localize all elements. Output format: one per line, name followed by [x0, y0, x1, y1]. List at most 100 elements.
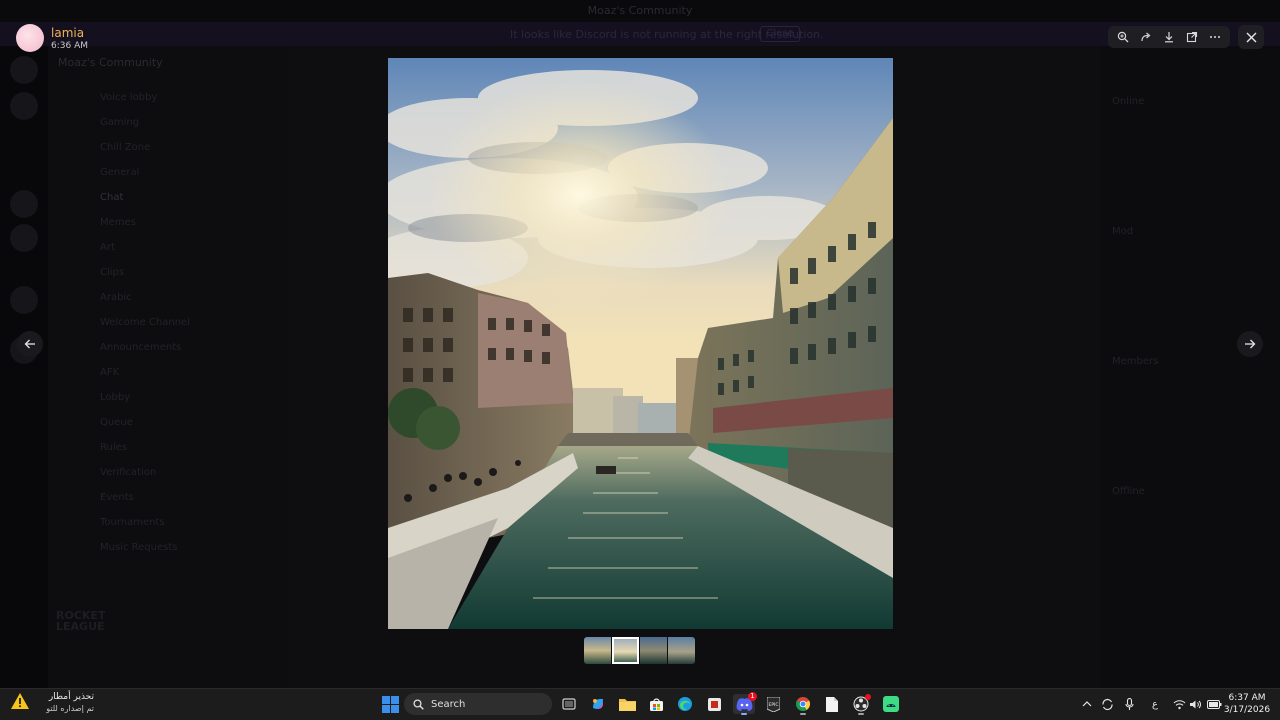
background-member-group: Offline — [1112, 486, 1145, 497]
copilot-button[interactable] — [587, 694, 609, 714]
background-channel-item: Music Requests — [100, 542, 178, 553]
folder-icon — [618, 699, 636, 711]
background-member-group: Online — [1112, 96, 1145, 107]
thumbnail[interactable] — [668, 637, 695, 664]
background-channel-item: Queue — [100, 417, 133, 428]
background-channel-item: Memes — [100, 217, 136, 228]
edge-icon — [678, 697, 692, 711]
background-channel-item: Clips — [100, 267, 125, 278]
background-server-list — [0, 46, 48, 688]
open-external-icon[interactable] — [1181, 27, 1203, 47]
volume-icon[interactable] — [1188, 697, 1202, 711]
file-explorer-button[interactable] — [616, 694, 638, 714]
taskbar-search[interactable]: Search — [404, 693, 552, 715]
clock-date[interactable]: 3/17/2026 — [1222, 705, 1272, 715]
search-icon — [413, 698, 424, 710]
background-channel-item: Gaming — [100, 117, 140, 128]
background-channel-item: Chill Zone — [100, 142, 151, 153]
task-view-button[interactable] — [558, 694, 580, 714]
weather-widget[interactable] — [10, 692, 30, 714]
snipping-tool-button[interactable] — [703, 694, 725, 714]
android-studio-button[interactable] — [880, 694, 902, 714]
active-indicator — [741, 713, 747, 715]
thumbnail[interactable] — [612, 637, 639, 664]
store-icon — [649, 698, 663, 711]
server-icon — [10, 224, 38, 252]
document-icon — [826, 696, 838, 712]
arrow-left-icon — [24, 339, 35, 349]
background-member-list — [1100, 46, 1280, 688]
zoom-in-icon[interactable] — [1112, 27, 1134, 47]
background-channel-item: Rules — [100, 442, 127, 453]
snipping-icon — [707, 697, 721, 711]
message-time: 6:36 AM — [51, 41, 88, 51]
warning-icon — [11, 693, 29, 709]
running-indicator — [800, 713, 806, 715]
server-icon — [10, 56, 38, 84]
background-member-group: Members — [1112, 356, 1159, 367]
viewer-toolbar — [1108, 26, 1230, 48]
author-avatar[interactable] — [16, 24, 44, 52]
epic-games-icon: EPIC — [766, 696, 780, 712]
background-channel-item: Announcements — [100, 342, 182, 353]
background-channel-list — [48, 46, 288, 688]
running-indicator — [858, 713, 864, 715]
svg-text:EPIC: EPIC — [768, 702, 778, 708]
background-channel-item: Art — [100, 242, 115, 253]
chrome-icon — [795, 697, 811, 711]
thumbnail[interactable] — [640, 637, 667, 664]
windows-logo-icon — [381, 695, 399, 713]
thumbnail-strip — [584, 637, 695, 664]
background-channel-item: Events — [100, 492, 134, 503]
background-channel-item: Lobby — [100, 392, 131, 403]
background-channel-item: Voice lobby — [100, 92, 158, 103]
background-channel-item: AFK — [100, 367, 120, 378]
show-hidden-icons-chevron-icon[interactable] — [1080, 697, 1094, 711]
epic-games-button[interactable]: EPIC — [762, 694, 784, 714]
background-channel-item: Tournaments — [100, 517, 165, 528]
server-icon — [10, 286, 38, 314]
server-icon — [10, 190, 38, 218]
previous-image-button[interactable] — [17, 331, 43, 357]
background-channel-item: Arabic — [100, 292, 132, 303]
close-icon — [1246, 32, 1256, 42]
notepad-button[interactable] — [821, 694, 843, 714]
more-icon[interactable] — [1204, 27, 1226, 47]
background-guild-name: Moaz's Community — [58, 56, 163, 69]
android-icon — [883, 696, 899, 712]
chrome-button[interactable] — [792, 694, 814, 714]
game-logo: ROCKET LEAGUE — [56, 609, 106, 633]
background-channel-item: General — [100, 167, 140, 178]
background-banner-button: Close — [760, 26, 800, 42]
server-icon — [10, 92, 38, 120]
arrow-right-icon — [1245, 339, 1256, 349]
close-viewer-button[interactable] — [1238, 25, 1264, 49]
download-icon[interactable] — [1158, 27, 1180, 47]
background-channel-item: Welcome Channel — [100, 317, 190, 328]
search-placeholder: Search — [431, 698, 466, 710]
weather-subtitle: تم إصداره للتو — [46, 704, 94, 713]
copilot-icon — [593, 699, 603, 709]
notification-dot — [865, 694, 871, 700]
input-language[interactable]: ع — [1148, 697, 1162, 711]
background-channel-item: Chat — [100, 192, 124, 203]
store-button[interactable] — [645, 694, 667, 714]
background-window-title: Moaz's Community — [587, 4, 693, 17]
wifi-icon[interactable] — [1172, 697, 1186, 711]
attachment-image[interactable] — [388, 58, 893, 629]
sync-icon[interactable] — [1100, 697, 1114, 711]
author-name[interactable]: lamia — [51, 26, 84, 40]
weather-title: تحذير أمطار — [48, 692, 94, 702]
background-member-group: Mod — [1112, 226, 1134, 237]
next-image-button[interactable] — [1237, 331, 1263, 357]
thumbnail[interactable] — [584, 637, 611, 664]
clock-time[interactable]: 6:37 AM — [1222, 693, 1272, 703]
background-channel-item: Verification — [100, 467, 157, 478]
microphone-icon[interactable] — [1122, 697, 1136, 711]
battery-icon[interactable] — [1206, 697, 1222, 711]
start-button[interactable] — [379, 694, 401, 714]
edge-button[interactable] — [674, 694, 696, 714]
task-view-icon — [562, 698, 576, 710]
discord-notification-badge: 1 — [748, 692, 757, 701]
forward-icon[interactable] — [1135, 27, 1157, 47]
